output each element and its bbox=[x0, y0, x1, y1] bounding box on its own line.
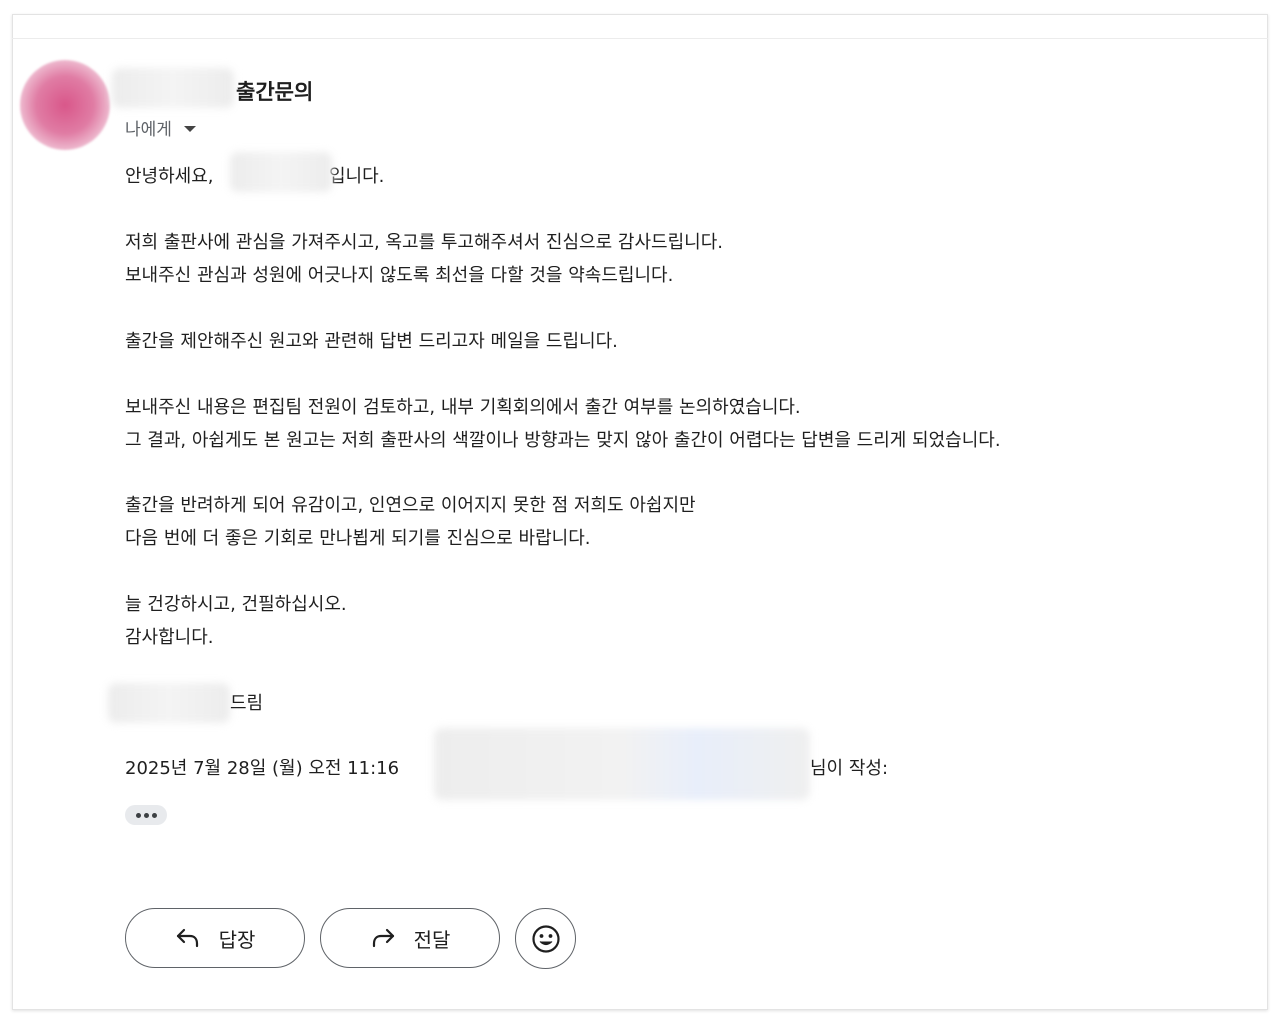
body-line: 저희 출판사에 관심을 가져주시고, 옥고를 투고해주셔서 진심으로 감사드립니… bbox=[125, 232, 723, 253]
smiley-face-icon bbox=[531, 924, 560, 953]
body-line: 보내주신 내용은 편집팀 전원이 검토하고, 내부 기획회의에서 출간 여부를 … bbox=[125, 397, 801, 418]
reply-button[interactable]: 답장 bbox=[125, 908, 305, 968]
redacted-sender-name bbox=[112, 68, 234, 108]
signature-suffix: 드림 bbox=[230, 693, 264, 714]
forward-arrow-icon bbox=[372, 928, 394, 948]
redacted-signature-name bbox=[108, 683, 230, 723]
body-line: 출간을 반려하게 되어 유감이고, 인연으로 이어지지 못한 점 저희도 아쉽지… bbox=[125, 495, 696, 516]
body-line: 늘 건강하시고, 건필하십시오. bbox=[125, 594, 347, 615]
show-trimmed-content-button[interactable] bbox=[125, 805, 167, 825]
redacted-company-name bbox=[230, 152, 332, 192]
recipient-label: 나에게 bbox=[125, 120, 172, 140]
greeting-prefix: 안녕하세요, bbox=[125, 166, 214, 187]
redacted-quote-sender bbox=[434, 728, 810, 800]
recipient-dropdown[interactable]: 나에게 bbox=[125, 115, 196, 140]
caret-down-icon bbox=[183, 126, 196, 132]
emoji-reaction-button[interactable] bbox=[515, 908, 576, 969]
body-line: 보내주신 관심과 성원에 어긋나지 않도록 최선을 다할 것을 약속드립니다. bbox=[125, 265, 674, 286]
greeting-suffix: 입니다. bbox=[329, 166, 385, 187]
reply-label: 답장 bbox=[218, 927, 256, 952]
body-line: 출간을 제안해주신 원고와 관련해 답변 드리고자 메일을 드립니다. bbox=[125, 331, 618, 352]
more-dots-icon bbox=[135, 812, 157, 818]
reply-arrow-icon bbox=[176, 928, 198, 948]
body-line: 그 결과, 아쉽게도 본 원고는 저희 출판사의 색깔이나 방향과는 맞지 않아… bbox=[125, 430, 1001, 451]
quote-suffix: 님이 작성: bbox=[810, 758, 889, 779]
forward-label: 전달 bbox=[413, 927, 451, 952]
body-line: 감사합니다. bbox=[125, 627, 214, 648]
email-subject: 출간문의 bbox=[236, 80, 314, 104]
forward-button[interactable]: 전달 bbox=[320, 908, 500, 968]
quote-date: 2025년 7월 28일 (월) 오전 11:16 bbox=[125, 758, 400, 779]
sender-avatar[interactable] bbox=[20, 60, 110, 150]
top-divider bbox=[12, 38, 1268, 39]
body-line: 다음 번에 더 좋은 기회로 만나뵙게 되기를 진심으로 바랍니다. bbox=[125, 528, 591, 549]
